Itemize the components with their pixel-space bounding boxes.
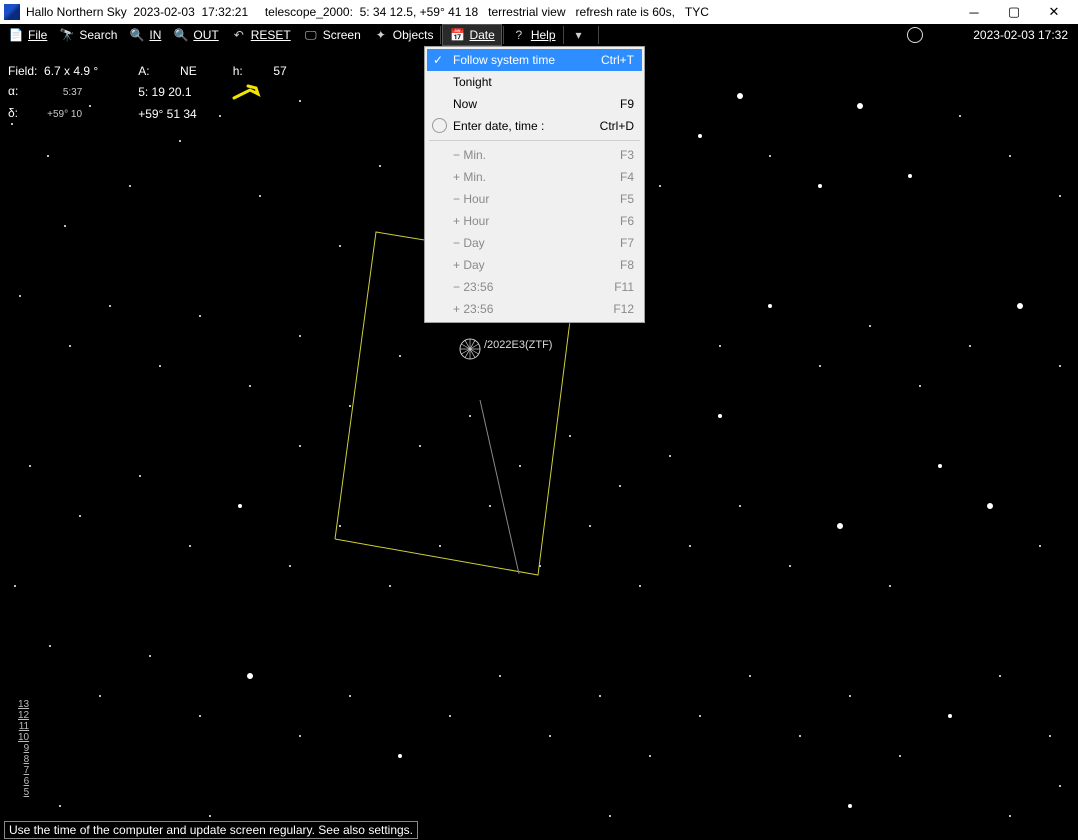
- file-menu[interactable]: 📄File: [2, 24, 53, 46]
- ring-icon: [907, 27, 923, 43]
- date-menu[interactable]: 📅Date: [442, 24, 501, 46]
- dropdown-button[interactable]: ▾: [565, 24, 597, 46]
- title-datetime: 2023-02-03 17:32:21: [133, 5, 248, 19]
- menu-minus-day[interactable]: − DayF7: [427, 232, 642, 254]
- title-telescope: telescope_2000: 5: 34 12.5, +59° 41 18: [265, 5, 478, 19]
- toolbar: 📄File 🔭Search 🔍IN 🔍OUT ↶RESET 🖵Screen ✦O…: [0, 24, 1078, 47]
- menu-minus-hour[interactable]: − HourF5: [427, 188, 642, 210]
- date-dropdown-menu: ✓Follow system timeCtrl+T Tonight NowF9 …: [424, 46, 645, 323]
- calendar-icon: 📅: [449, 27, 465, 43]
- menu-minus-min[interactable]: − Min.F3: [427, 144, 642, 166]
- coord-info: Field: 6.7 x 4.9 ° A: NE h: 57 α:5:37 5:…: [6, 60, 297, 126]
- close-button[interactable]: ✕: [1034, 0, 1074, 24]
- minimize-button[interactable]: ─: [954, 0, 994, 24]
- app-icon: [4, 4, 20, 20]
- delta-label: δ:: [8, 106, 18, 120]
- help-menu[interactable]: ?Help: [505, 24, 562, 46]
- alpha-value: 5: 19 20.1: [138, 85, 191, 99]
- menu-enter-date-time[interactable]: Enter date, time :Ctrl+D: [427, 115, 642, 137]
- alpha-small: 5:37: [18, 84, 82, 102]
- file-icon: 📄: [8, 27, 24, 43]
- title-datetime: [127, 5, 134, 19]
- clock-icon: [432, 118, 447, 133]
- binoculars-icon: 🔭: [59, 27, 75, 43]
- screen-menu[interactable]: 🖵Screen: [297, 24, 367, 46]
- title-app: Hallo Northern Sky: [26, 5, 127, 19]
- h-value: 57: [273, 64, 286, 78]
- zoom-out-button[interactable]: 🔍OUT: [167, 24, 224, 46]
- menu-plus-hour[interactable]: + HourF6: [427, 210, 642, 232]
- menu-plus-2356[interactable]: + 23:56F12: [427, 298, 642, 320]
- h-label: h:: [233, 64, 243, 78]
- undo-icon: ↶: [231, 27, 247, 43]
- zoom-in-button[interactable]: 🔍IN: [123, 24, 167, 46]
- menu-separator: [429, 140, 640, 141]
- titlebar: Hallo Northern Sky 2023-02-03 17:32:21 t…: [0, 0, 1078, 24]
- comet-label: /2022E3(ZTF): [484, 339, 552, 351]
- title-catalog: TYC: [685, 5, 709, 19]
- title-refresh: refresh rate is 60s,: [576, 5, 675, 19]
- field-label: Field:: [8, 64, 37, 78]
- stars-icon: ✦: [373, 27, 389, 43]
- a-label: A:: [138, 64, 149, 78]
- menu-plus-day[interactable]: + DayF8: [427, 254, 642, 276]
- delta-small: +59° 10: [18, 106, 82, 124]
- magnitude-scale: 1312111098765: [18, 699, 29, 798]
- objects-menu[interactable]: ✦Objects: [367, 24, 440, 46]
- field-value: 6.7 x 4.9 °: [44, 64, 98, 78]
- zoom-in-icon: 🔍: [129, 27, 145, 43]
- title-view: terrestrial view: [488, 5, 565, 19]
- menu-plus-min[interactable]: + Min.F4: [427, 166, 642, 188]
- delta-value: +59° 51 34: [138, 107, 197, 121]
- screen-icon: 🖵: [303, 27, 319, 43]
- a-value: NE: [180, 64, 197, 78]
- toolbar-clock: 2023-02-03 17:32: [973, 28, 1068, 42]
- menu-tonight[interactable]: Tonight: [427, 71, 642, 93]
- status-text: Use the time of the computer and update …: [4, 821, 418, 839]
- menu-minus-2356[interactable]: − 23:56F11: [427, 276, 642, 298]
- search-menu[interactable]: 🔭Search: [53, 24, 123, 46]
- menu-now[interactable]: NowF9: [427, 93, 642, 115]
- help-icon: ?: [511, 27, 527, 43]
- check-icon: ✓: [433, 53, 443, 67]
- reset-button[interactable]: ↶RESET: [225, 24, 297, 46]
- zoom-out-icon: 🔍: [173, 27, 189, 43]
- maximize-button[interactable]: ▢: [994, 0, 1034, 24]
- alpha-label: α:: [8, 84, 18, 98]
- menu-follow-system-time[interactable]: ✓Follow system timeCtrl+T: [427, 49, 642, 71]
- statusbar: Use the time of the computer and update …: [0, 820, 1078, 840]
- chevron-down-icon: ▾: [571, 27, 587, 43]
